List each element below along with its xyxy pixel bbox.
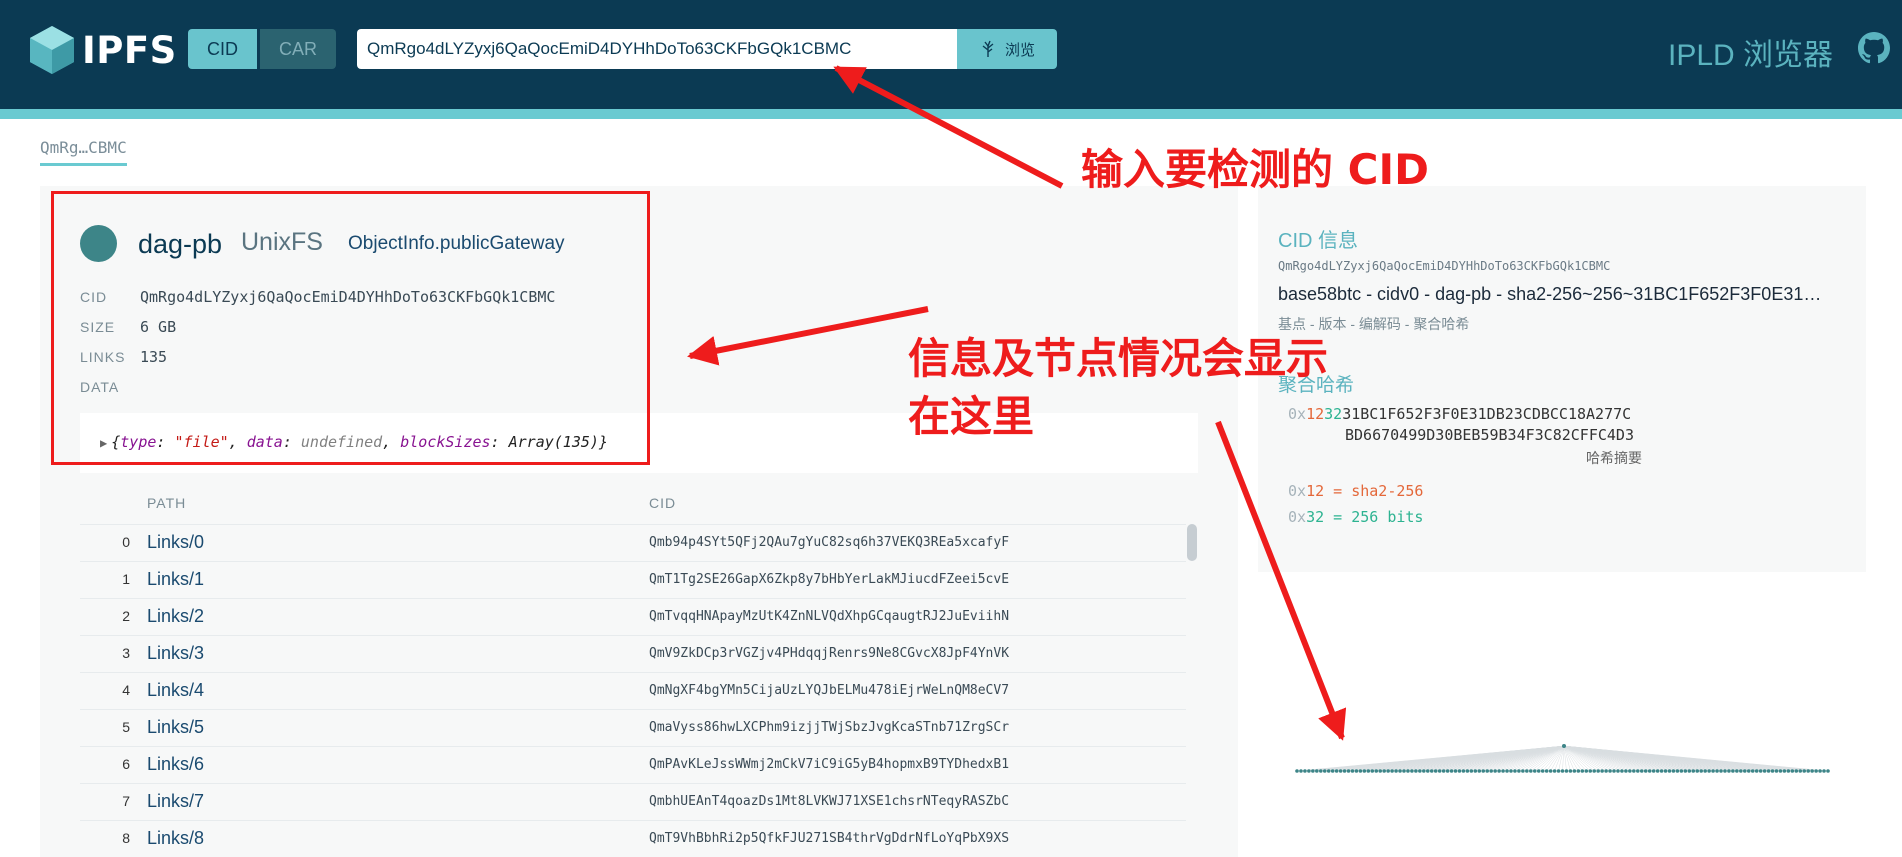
annotation-arrows: [687, 65, 1347, 741]
